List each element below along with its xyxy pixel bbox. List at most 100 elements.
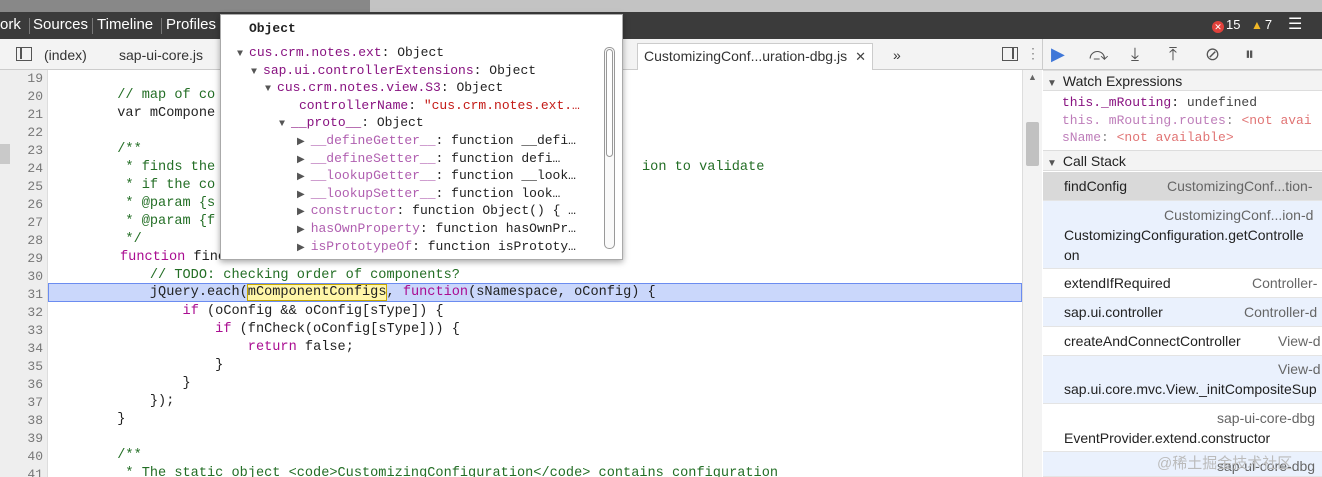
file-tab-active[interactable]: CustomizingConf...uration-dbg.js ✕ — [637, 43, 874, 70]
popover-scrollbar[interactable] — [604, 47, 615, 249]
collapsed-triangle-icon[interactable]: ▶ — [297, 243, 305, 254]
toggle-navigator-icon[interactable] — [16, 47, 32, 61]
call-frame-location: sap-ui-core-dbg — [1217, 410, 1316, 426]
line-number[interactable]: 32 — [27, 305, 43, 320]
tab-profiles[interactable]: Profiles — [166, 16, 216, 33]
call-frame-selected[interactable]: findConfig CustomizingConf...tion- — [1043, 172, 1322, 201]
collapsed-triangle-icon[interactable]: ▶ — [297, 155, 305, 166]
line-number[interactable]: 37 — [27, 395, 43, 410]
key-separator: : — [412, 238, 428, 254]
watch-item[interactable]: sName: <not available> — [1062, 130, 1234, 145]
tree-node[interactable]: ▶ hasOwnProperty: function hasOwnPr… — [297, 221, 576, 236]
key-separator: : — [435, 185, 452, 201]
expanded-triangle-icon[interactable]: ▼ — [251, 67, 257, 78]
tree-node[interactable]: ▶ __lookupSetter__: function look… — [297, 186, 560, 201]
object-inspector-popover[interactable]: Object ▼ cus.crm.notes.ext: Object ▼ sap.ui… — [220, 14, 623, 260]
line-number[interactable]: 38 — [27, 413, 43, 428]
line-number[interactable]: 40 — [27, 449, 43, 464]
expanded-triangle-icon[interactable]: ▼ — [237, 49, 243, 60]
collapsed-triangle-icon[interactable]: ▶ — [297, 225, 305, 236]
line-number[interactable]: 41 — [27, 467, 43, 477]
toggle-debugger-icon[interactable] — [1002, 47, 1018, 61]
deactivate-breakpoints-icon[interactable]: ⊘ — [1205, 44, 1220, 65]
line-number[interactable]: 23 — [27, 143, 43, 158]
call-frame[interactable]: CustomizingConf...ion-d CustomizingConfig… — [1043, 201, 1322, 269]
more-tabs-button[interactable]: » — [893, 47, 901, 63]
line-number[interactable]: 19 — [27, 71, 43, 86]
watch-item[interactable]: this._mRouting: undefined — [1062, 95, 1257, 110]
hovered-variable[interactable]: mComponentConfigs — [246, 284, 388, 301]
line-number[interactable]: 28 — [27, 233, 43, 248]
code-text: (oConfig && oConfig[sType]) { — [198, 304, 444, 319]
popover-scrollbar-thumb[interactable] — [606, 49, 613, 157]
step-out-icon[interactable]: ⤒ — [1169, 44, 1177, 65]
line-number[interactable]: 22 — [27, 125, 43, 140]
tab-sources[interactable]: Sources — [33, 16, 88, 33]
watch-expressions-header[interactable]: ▼ Watch Expressions — [1043, 70, 1322, 91]
collapsed-triangle-icon[interactable]: ▶ — [297, 207, 305, 218]
call-frame[interactable]: createAndConnectController View-d — [1043, 327, 1322, 356]
close-tab-icon[interactable]: ✕ — [855, 49, 866, 64]
expanded-triangle-icon[interactable]: ▼ — [265, 84, 271, 95]
line-number[interactable]: 31 — [27, 287, 43, 302]
tree-node[interactable]: ▼ cus.crm.notes.ext: Object — [237, 45, 444, 60]
tree-node[interactable]: ▶ constructor: function Object() { … — [297, 203, 576, 218]
code-line-31: jQuery.each(mComponentConfigs, function(… — [52, 284, 656, 301]
line-number[interactable]: 30 — [27, 269, 43, 284]
line-number[interactable]: 29 — [27, 251, 43, 266]
tree-node[interactable]: ▶ isPrototypeOf: function isPrototy… — [297, 239, 576, 254]
tab-timeline[interactable]: Timeline — [97, 16, 153, 33]
line-number[interactable]: 25 — [27, 179, 43, 194]
line-number[interactable]: 26 — [27, 197, 43, 212]
resume-icon[interactable]: ▶︎ — [1051, 44, 1065, 65]
call-frame[interactable]: sap.ui.controller Controller-d — [1043, 298, 1322, 327]
call-frame[interactable]: View-d sap.ui.core.mvc.View._initComposit… — [1043, 356, 1322, 404]
warning-count[interactable]: ▲ 7 — [1251, 17, 1272, 32]
scrollbar-thumb[interactable] — [1026, 122, 1039, 166]
call-frame[interactable]: extendIfRequired Controller- — [1043, 269, 1322, 298]
collapsed-triangle-icon[interactable]: ▶ — [297, 172, 305, 183]
property-key: controllerName — [299, 97, 409, 113]
warning-icon: ▲ — [1251, 18, 1263, 32]
line-number[interactable]: 21 — [27, 107, 43, 122]
call-stack-header[interactable]: ▼ Call Stack — [1043, 150, 1322, 171]
debugger-toolbar: ▶︎ ⤼ ⤓ ⤒ ⊘ ⏸ — [1042, 39, 1322, 70]
line-number[interactable]: 33 — [27, 323, 43, 338]
collapsed-triangle-icon[interactable]: ▶ — [297, 137, 305, 148]
property-value: function isPrototy… — [427, 238, 576, 254]
tree-node[interactable]: ▶ __lookupGetter__: function __look… — [297, 168, 576, 183]
file-tab-sap-ui-core[interactable]: sap-ui-core.js — [119, 47, 203, 63]
line-number[interactable]: 20 — [27, 89, 43, 104]
tree-node[interactable]: ▶ __defineGetter__: function __defi… — [297, 133, 576, 148]
tab-network[interactable]: ork — [0, 16, 21, 33]
editor-scrollbar[interactable]: ▲ — [1022, 70, 1042, 477]
watch-item[interactable]: this. mRouting.routes: <not avai — [1062, 113, 1312, 128]
file-tab-index[interactable]: (index) — [44, 47, 87, 63]
line-number[interactable]: 34 — [27, 341, 43, 356]
console-drawer-icon[interactable]: ☰ — [1288, 14, 1302, 34]
tree-node[interactable]: ▼ __proto__: Object — [279, 115, 424, 130]
line-number[interactable]: 27 — [27, 215, 43, 230]
top-strip-light — [370, 0, 1322, 12]
collapsed-triangle-icon[interactable]: ▶ — [297, 190, 305, 201]
property-key: hasOwnProperty — [310, 221, 420, 236]
tree-node[interactable]: ▶ __defineSetter__: function defi… — [297, 151, 560, 166]
tree-node[interactable]: ▼ cus.crm.notes.view.S3: Object — [265, 80, 503, 95]
scroll-up-icon[interactable]: ▲ — [1028, 72, 1037, 82]
line-number[interactable]: 24 — [27, 161, 43, 176]
line-number[interactable]: 36 — [27, 377, 43, 392]
line-number[interactable]: 39 — [27, 431, 43, 446]
expanded-triangle-icon[interactable]: ▼ — [279, 119, 285, 130]
step-over-icon[interactable]: ⤼ — [1089, 44, 1108, 65]
error-count[interactable]: ✕ 15 — [1212, 17, 1240, 33]
call-frame[interactable]: sap-ui-core-dbg EventProvider.extend.cons… — [1043, 404, 1322, 452]
step-into-icon[interactable]: ⤓ — [1131, 44, 1139, 65]
tree-node[interactable]: controllerName: "cus.crm.notes.ext.… — [293, 98, 580, 113]
call-frame-function: createAndConnectController — [1064, 333, 1241, 349]
line-number[interactable]: 35 — [27, 359, 43, 374]
tree-node[interactable]: ▼ sap.ui.controllerExtensions: Object — [251, 63, 536, 78]
more-options-icon[interactable]: ⋮ — [1026, 45, 1040, 62]
pause-on-exceptions-icon[interactable]: ⏸ — [1245, 44, 1254, 65]
key-separator: : — [361, 115, 377, 131]
watch-key: this._mRouting — [1062, 95, 1172, 110]
